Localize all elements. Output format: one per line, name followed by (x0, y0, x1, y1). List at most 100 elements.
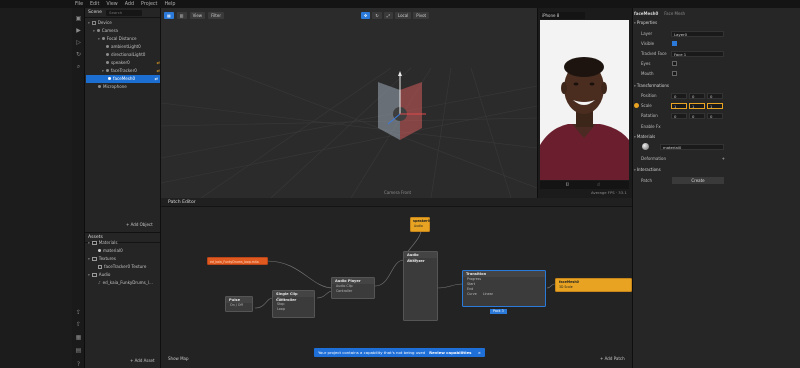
position-x-field[interactable]: 0 (671, 93, 687, 99)
asset-folder-materials[interactable]: ▾ Materials (88, 239, 118, 247)
pivot-toggle[interactable]: Pivot (413, 12, 430, 19)
patch-node-audio-player[interactable]: Audio Player Audio Clip Controller (331, 277, 375, 299)
rotation-z-field[interactable]: 0 (707, 113, 723, 119)
rotation-x-field[interactable]: 0 (671, 113, 687, 119)
move-tool-icon[interactable]: ✥ (361, 12, 371, 19)
patch-node-audio-asset[interactable]: ed_kaia_FunkyDrums_loop.m4a (207, 257, 268, 265)
layer-dropdown[interactable]: Layer0 (671, 31, 724, 37)
transformations-section[interactable]: ▾ Transformations (634, 82, 669, 89)
scene-viewport[interactable] (161, 8, 537, 198)
tree-item-camera[interactable]: ▾ Camera (93, 27, 118, 35)
scale-x-field[interactable]: 1 (671, 103, 687, 109)
rotate-tool-icon[interactable]: ↻ (372, 12, 382, 19)
interactions-section[interactable]: ▾ Interactions (634, 166, 661, 173)
patch-link-icon[interactable] (634, 103, 639, 108)
position-z-field[interactable]: 0 (707, 93, 723, 99)
patch-link-icon[interactable]: ⇄ (155, 76, 158, 81)
patch-node-pulse[interactable]: Pulse On / Off (225, 296, 253, 312)
tree-item-directional-light[interactable]: directionalLight0 (106, 51, 145, 59)
inspector-panel (632, 8, 800, 368)
scale-tool-icon[interactable]: ⤢ (383, 12, 393, 19)
deformation-row: Deformation + (641, 155, 725, 162)
add-patch-button[interactable]: + Add Patch (600, 356, 625, 361)
menu-file[interactable]: File (75, 2, 83, 7)
menu-view[interactable]: View (106, 2, 117, 7)
view-dropdown[interactable]: View (189, 11, 206, 19)
patch-node-transition[interactable]: Transition Progress Start End Curve Linea… (462, 270, 546, 307)
review-capabilities-link[interactable]: Review capabilities (429, 350, 471, 355)
scale-y-field[interactable]: 1 (689, 103, 705, 109)
split-view-icon[interactable]: ▥ (176, 11, 187, 19)
close-icon[interactable]: × (478, 350, 481, 355)
asset-item-audio[interactable]: ♪ ed_kaia_FunkyDrums_l... (98, 279, 153, 287)
position-label: Position (641, 93, 657, 98)
tree-item-face-tracker[interactable]: ▾ faceTracker0 ⇄ (102, 67, 160, 75)
add-asset-button[interactable]: + Add Asset (130, 358, 155, 363)
tree-item-focal-distance[interactable]: ▾ Focal Distance (98, 35, 137, 43)
folder-icon (91, 241, 97, 245)
position-y-field[interactable]: 0 (689, 93, 705, 99)
tree-item-device[interactable]: ▾ Device (88, 19, 112, 27)
patch-node-audio-analyzer[interactable]: Audio Analyzer Audio (403, 251, 438, 321)
asset-folder-audio[interactable]: ▾ Audio (88, 271, 110, 279)
eyes-checkbox[interactable] (672, 61, 677, 66)
scale-z-field[interactable]: 1 (707, 103, 723, 109)
material-dropdown[interactable]: material0 (660, 144, 724, 150)
patch-node-single-clip-controller[interactable]: Single Clip Controller Play Stop Loop (272, 290, 315, 318)
filter-dropdown[interactable]: Filter (208, 11, 224, 19)
share-icon[interactable]: ⇧ (75, 322, 82, 328)
touch-icon[interactable]: ☝ (597, 182, 600, 188)
refresh-icon[interactable]: ↻ (75, 52, 82, 58)
microphone-icon (98, 85, 101, 89)
pack-group-label[interactable]: Pack 3 (490, 309, 507, 314)
library-icon[interactable]: ▦ (75, 335, 82, 341)
scene-icon[interactable]: ▣ (75, 16, 82, 22)
show-map-button[interactable]: Show Map (168, 356, 189, 361)
tracked-face-dropdown[interactable]: Face 1 (671, 51, 724, 57)
face-mesh-gizmo[interactable] (370, 70, 430, 150)
speaker-icon (106, 61, 109, 65)
patch-node-speaker[interactable]: speaker0 Audio (410, 217, 430, 232)
mouth-label: Mouth (641, 71, 654, 76)
menu-add[interactable]: Add (125, 2, 134, 7)
tree-item-ambient-light[interactable]: ambientLight0 (106, 43, 141, 51)
grid-view-icon[interactable]: ▦ (164, 11, 174, 19)
mouth-checkbox[interactable] (672, 71, 677, 76)
rotation-y-field[interactable]: 0 (689, 113, 705, 119)
menu-help[interactable]: Help (164, 2, 175, 7)
local-toggle[interactable]: Local (394, 12, 412, 19)
scene-tab[interactable]: Scene (88, 10, 102, 15)
docs-icon[interactable]: ▤ (75, 348, 82, 354)
menu-edit[interactable]: Edit (90, 2, 99, 7)
patch-label: Patch (641, 178, 652, 183)
device-dropdown[interactable]: iPhone 8 (540, 12, 585, 19)
asset-item-texture[interactable]: faceTracker0 Texture (98, 263, 146, 271)
curve-dropdown[interactable]: Linear (483, 292, 493, 297)
add-object-button[interactable]: + Add Object (126, 222, 153, 227)
patch-link-icon[interactable]: ⇄ (157, 60, 160, 65)
enable-fx-label: Enable Fx (641, 124, 661, 129)
play-icon[interactable]: ▷ (75, 40, 82, 46)
video-icon[interactable]: ▶ (75, 28, 82, 34)
visible-checkbox[interactable] (672, 41, 677, 46)
asset-item-material[interactable]: material0 (98, 247, 123, 255)
folder-icon (91, 257, 97, 261)
asset-folder-textures[interactable]: ▾ Textures (88, 255, 116, 263)
menu-project[interactable]: Project (141, 2, 157, 7)
search-icon[interactable]: ⌕ (75, 64, 82, 70)
add-deformation-icon[interactable]: + (722, 156, 725, 161)
tree-item-microphone[interactable]: Microphone (98, 83, 127, 91)
materials-section[interactable]: ▾ Materials (634, 133, 655, 140)
create-patch-button[interactable]: Create (672, 177, 724, 184)
help-icon[interactable]: ? (75, 362, 82, 368)
patch-link-icon[interactable]: ⇄ (157, 68, 160, 73)
tree-item-face-mesh[interactable]: faceMesh0 ⇄ (86, 75, 160, 83)
patch-node-face-mesh[interactable]: faceMesh0 3D Scale (555, 278, 632, 292)
camera-icon[interactable]: ⌷ (566, 182, 569, 188)
deformation-label: Deformation (641, 156, 666, 161)
focal-icon (101, 37, 105, 41)
properties-section[interactable]: ▾ Properties (634, 19, 657, 26)
export-icon[interactable]: ⇪ (75, 310, 82, 316)
tree-item-speaker[interactable]: speaker0 ⇄ (106, 59, 160, 67)
scene-search-input[interactable]: Search (106, 9, 143, 16)
